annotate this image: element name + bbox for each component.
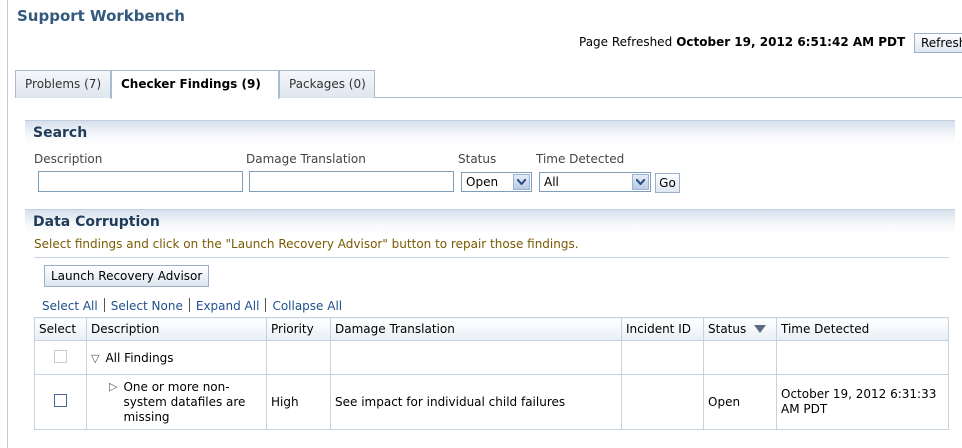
column-header-status[interactable]: Status <box>703 317 777 341</box>
link-divider <box>188 298 190 312</box>
column-header-select: Select <box>34 317 87 341</box>
expand-triangle-icon[interactable]: ▷ <box>109 380 117 425</box>
data-corruption-section-header: Data Corruption <box>25 209 955 234</box>
select-none-link[interactable]: Select None <box>111 299 183 313</box>
status-label: Status <box>458 152 497 166</box>
refreshed-time: October 19, 2012 6:51:42 AM PDT <box>676 35 906 49</box>
status-cell: Open <box>703 374 777 430</box>
select-cell <box>34 340 87 375</box>
refreshed-label: Page Refreshed <box>579 35 673 49</box>
table-header-row: Select Description Priority Damage Trans… <box>34 317 949 341</box>
incident-cell <box>621 374 704 430</box>
column-header-damage-translation: Damage Translation <box>330 317 622 341</box>
page-title: Support Workbench <box>17 7 185 25</box>
damage-translation-input[interactable] <box>249 171 454 192</box>
table-row: ▷ One or more non-system datafiles are m… <box>34 374 949 430</box>
page-refreshed-info: Page Refreshed October 19, 2012 6:51:42 A… <box>579 35 905 49</box>
search-section-header: Search <box>25 120 955 145</box>
tab-checker-findings[interactable]: Checker Findings (9) <box>111 70 279 99</box>
refresh-button[interactable]: Refresh <box>914 33 962 53</box>
status-select-value: Open <box>466 175 499 189</box>
incident-cell <box>621 340 704 375</box>
priority-cell <box>266 340 331 375</box>
damage-cell: See impact for individual child failures <box>330 374 622 430</box>
collapse-triangle-icon[interactable]: ▽ <box>91 352 99 365</box>
row-checkbox[interactable] <box>54 394 67 407</box>
damage-cell <box>330 340 622 375</box>
finding-description: One or more non-system datafiles are mis… <box>123 379 246 424</box>
sort-descending-icon <box>754 325 767 333</box>
status-header-label: Status <box>708 322 747 336</box>
description-label: Description <box>34 152 103 166</box>
table-row-group: ▽ All Findings <box>34 340 949 375</box>
frame-border <box>7 0 8 448</box>
separator <box>34 257 949 258</box>
column-header-description: Description <box>86 317 267 341</box>
status-cell <box>703 340 777 375</box>
launch-recovery-advisor-button[interactable]: Launch Recovery Advisor <box>44 265 210 287</box>
expand-all-link[interactable]: Expand All <box>196 299 260 313</box>
select-all-link[interactable]: Select All <box>42 299 98 313</box>
group-label: All Findings <box>105 350 174 365</box>
chevron-down-icon <box>632 174 649 190</box>
findings-table: Select Description Priority Damage Trans… <box>34 317 949 430</box>
link-divider <box>103 298 105 312</box>
collapse-all-link[interactable]: Collapse All <box>272 299 342 313</box>
tab-problems[interactable]: Problems (7) <box>15 70 111 98</box>
time-cell: October 19, 2012 6:31:33 AM PDT <box>776 374 949 430</box>
column-header-priority: Priority <box>266 317 331 341</box>
chevron-down-icon <box>513 174 530 190</box>
select-cell <box>34 374 87 430</box>
time-detected-value: All <box>544 175 559 189</box>
instruction-text: Select findings and click on the "Launch… <box>34 237 579 251</box>
group-checkbox <box>54 349 67 363</box>
description-cell: ▽ All Findings <box>86 340 267 375</box>
priority-cell: High <box>266 374 331 430</box>
column-header-incident-id: Incident ID <box>621 317 704 341</box>
go-button[interactable]: Go <box>655 173 680 193</box>
column-header-time-detected: Time Detected <box>776 317 949 341</box>
description-input[interactable] <box>38 171 243 192</box>
damage-translation-label: Damage Translation <box>246 152 366 166</box>
link-divider <box>265 298 267 312</box>
table-actions: Select All Select None Expand All Collapse … <box>42 298 342 313</box>
description-cell: ▷ One or more non-system datafiles are m… <box>86 374 267 430</box>
time-detected-select[interactable]: All <box>539 172 651 192</box>
time-cell <box>776 340 949 375</box>
status-select[interactable]: Open <box>461 172 532 192</box>
data-corruption-header: Data Corruption <box>33 214 160 230</box>
time-detected-label: Time Detected <box>536 152 625 166</box>
tab-packages[interactable]: Packages (0) <box>279 70 375 98</box>
search-header: Search <box>33 125 88 141</box>
